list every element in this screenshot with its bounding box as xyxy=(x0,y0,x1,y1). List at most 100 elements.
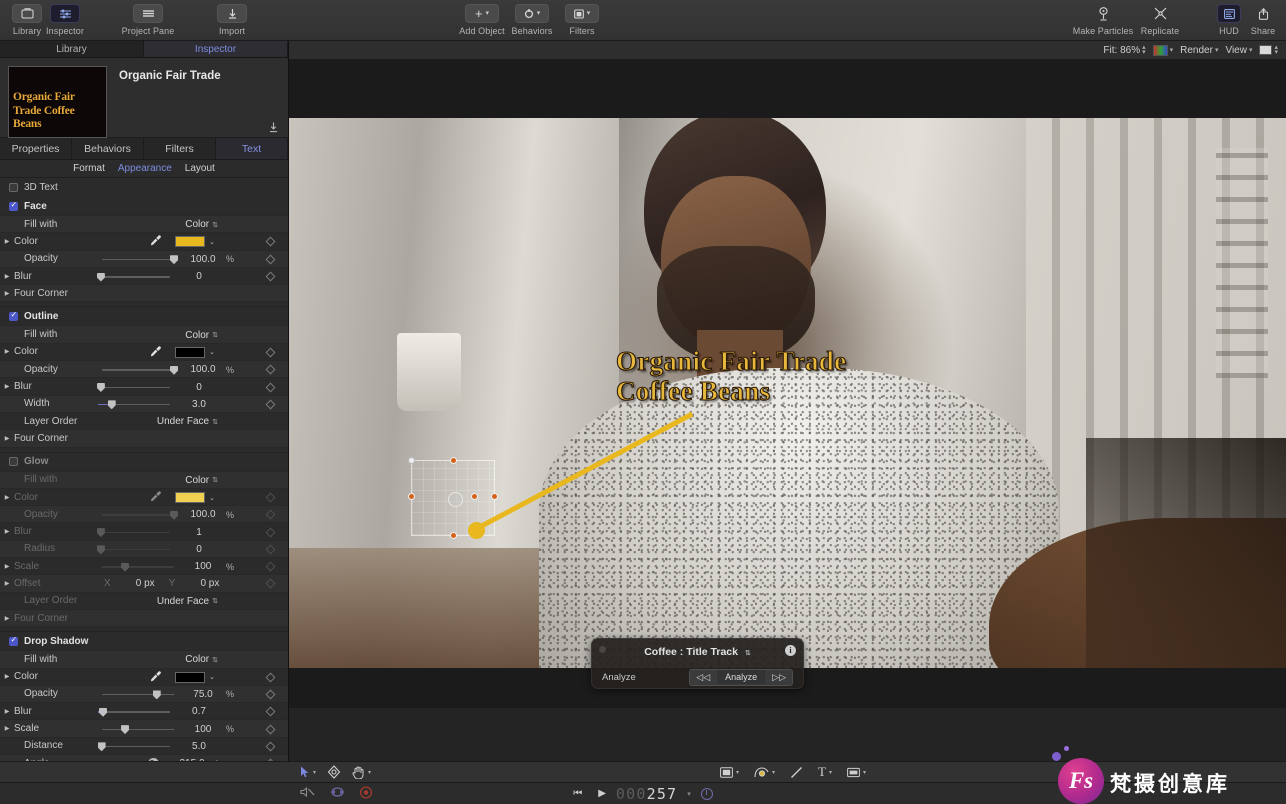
transform-3d-tool[interactable] xyxy=(327,765,341,779)
chevron-down-icon[interactable]: ▾ xyxy=(1215,46,1219,54)
toolbar-import-button[interactable]: Import xyxy=(210,0,254,36)
row-fill-with[interactable]: Fill with Color ⇅ xyxy=(0,471,288,489)
color-swatch[interactable] xyxy=(175,671,205,683)
drop-shadow-angle-knob[interactable] xyxy=(468,522,485,539)
mask-tool[interactable]: ▾ xyxy=(847,767,866,778)
stepper-icon[interactable]: ⇅ xyxy=(212,476,218,484)
subtab-layout[interactable]: Layout xyxy=(185,163,215,174)
keyframe-button[interactable] xyxy=(265,544,276,555)
slider-blur[interactable] xyxy=(96,525,170,539)
color-swatch[interactable] xyxy=(175,346,205,358)
slider-knob[interactable] xyxy=(121,725,130,735)
slider-opacity[interactable] xyxy=(102,252,178,266)
slider-blur[interactable] xyxy=(98,705,170,719)
keyframe-button[interactable] xyxy=(265,706,276,717)
eyedropper-icon[interactable] xyxy=(150,671,161,684)
timecode-mode-icon[interactable] xyxy=(700,787,713,800)
slider-width[interactable] xyxy=(98,397,170,411)
disclosure-triangle-icon[interactable]: ▶ xyxy=(0,708,14,715)
hud-title-stepper-icon[interactable]: ⇅ xyxy=(745,650,751,657)
row-four-corner[interactable]: ▶Four Corner xyxy=(0,609,288,628)
tab-behaviors[interactable]: Behaviors xyxy=(72,138,144,159)
y-value[interactable]: 0 px xyxy=(193,578,219,589)
row-radius[interactable]: Radius 0 xyxy=(0,540,288,559)
toolbar-inspector-button[interactable]: Inspector xyxy=(46,0,84,36)
row-blur[interactable]: ▶ Blur 1 xyxy=(0,523,288,541)
row-opacity[interactable]: Opacity 100.0% xyxy=(0,506,288,524)
value-field[interactable]: 100.0 xyxy=(182,254,224,265)
slider-knob[interactable] xyxy=(99,707,108,717)
chevron-down-icon[interactable]: ⌄ xyxy=(209,238,215,246)
view-menu[interactable]: View ▾ xyxy=(1225,45,1252,56)
shape-tool[interactable]: ▾ xyxy=(720,766,739,778)
popup-menu[interactable]: Color ⇅ xyxy=(185,654,218,665)
slider-knob[interactable] xyxy=(107,400,116,410)
drop-shadow-center-handle[interactable] xyxy=(448,492,463,507)
slider-knob[interactable] xyxy=(96,383,105,393)
go-to-start-button[interactable]: ⏮ xyxy=(573,788,582,799)
slider-knob[interactable] xyxy=(170,255,178,265)
value-field[interactable]: 100 xyxy=(182,561,224,572)
eyedropper-icon[interactable] xyxy=(150,235,161,248)
project-pane-icon[interactable] xyxy=(133,4,163,23)
subtab-format[interactable]: Format xyxy=(73,163,105,174)
share-icon[interactable] xyxy=(1248,4,1278,23)
keyframe-button[interactable] xyxy=(265,724,276,735)
keyframe-button[interactable] xyxy=(265,741,276,752)
row-four-corner[interactable]: ▶Four Corner xyxy=(0,285,288,303)
slider-opacity[interactable] xyxy=(102,687,174,701)
slider-blur[interactable] xyxy=(96,270,170,284)
handle-bottom-center[interactable] xyxy=(450,532,457,539)
zoom-fit-control[interactable]: Fit: 86% ▴ ▾ xyxy=(1103,44,1146,56)
disclosure-triangle-icon[interactable]: ▶ xyxy=(0,435,14,442)
group-header-drop-shadow[interactable]: Drop Shadow xyxy=(0,632,288,652)
disclosure-triangle-icon[interactable]: ▶ xyxy=(0,238,14,245)
value-field[interactable]: 100 xyxy=(182,724,224,735)
timecode-menu-icon[interactable]: ▾ xyxy=(687,790,691,798)
keyframe-button[interactable] xyxy=(265,579,276,589)
checkbox-glow[interactable] xyxy=(9,457,18,467)
render-menu[interactable]: Render ▾ xyxy=(1180,45,1218,56)
slider-radius[interactable] xyxy=(96,542,170,556)
row-blur[interactable]: ▶ Blur 0 xyxy=(0,378,288,396)
chevron-down-icon[interactable]: ⌄ xyxy=(209,673,215,681)
viewer[interactable]: Organic Fair Trade Coffee Beans Coffee:… xyxy=(289,60,1286,708)
slider-knob[interactable] xyxy=(121,562,130,572)
handle-inner-right[interactable] xyxy=(471,493,478,500)
row-fill-with[interactable]: Fill with Color ⇅ xyxy=(0,326,288,344)
play-button[interactable]: ▶ xyxy=(598,788,606,799)
color-swatch[interactable] xyxy=(175,492,205,503)
slider-knob[interactable] xyxy=(152,690,161,700)
slider-distance[interactable] xyxy=(97,739,170,753)
disclosure-triangle-icon[interactable]: ▶ xyxy=(0,615,14,622)
slider-knob[interactable] xyxy=(97,742,106,752)
object-thumbnail[interactable]: Organic Fair Trade Coffee Beans xyxy=(8,66,107,138)
particles-icon[interactable] xyxy=(1088,4,1118,23)
layout-stepper-icon[interactable]: ▴ ▾ xyxy=(1274,44,1278,56)
row-color[interactable]: ▶ Color ⌄ xyxy=(0,488,288,507)
slider-knob[interactable] xyxy=(96,528,105,538)
zoom-stepper-icon[interactable]: ▴ ▾ xyxy=(1142,44,1146,56)
disclosure-triangle-icon[interactable]: ▶ xyxy=(0,383,14,390)
hud-info-icon[interactable]: i xyxy=(785,645,796,656)
row-layer-order[interactable]: Layer Order Under Face ⇅ xyxy=(0,592,288,610)
keyframe-button[interactable] xyxy=(265,509,276,520)
channels-control[interactable]: ▾ xyxy=(1152,44,1173,56)
disclosure-triangle-icon[interactable]: ▶ xyxy=(0,348,14,355)
popup-menu[interactable]: Under Face ⇅ xyxy=(157,596,218,607)
value-field[interactable]: 100.0 xyxy=(182,364,224,375)
replicate-icon[interactable] xyxy=(1145,4,1175,23)
disclosure-triangle-icon[interactable]: ▶ xyxy=(0,725,14,732)
text-tool[interactable]: T ▾ xyxy=(818,764,832,780)
chevron-down-icon[interactable]: ▾ xyxy=(863,769,866,776)
disclosure-triangle-icon[interactable]: ▶ xyxy=(0,528,14,535)
group-header-face[interactable]: Face xyxy=(0,197,288,216)
row-width[interactable]: Width 3.0 xyxy=(0,395,288,413)
popup-menu[interactable]: Color ⇅ xyxy=(185,475,218,486)
chevron-down-icon[interactable]: ▾ xyxy=(772,769,775,776)
row-blur[interactable]: ▶ Blur 0 xyxy=(0,267,288,286)
panel-tab-inspector[interactable]: Inspector xyxy=(144,41,288,57)
row-color[interactable]: ▶ Color ⌄ xyxy=(0,233,288,251)
behaviors-gear-icon[interactable]: ▾ xyxy=(515,4,549,23)
row-fill-with[interactable]: Fill with Color ⇅ xyxy=(0,651,288,669)
